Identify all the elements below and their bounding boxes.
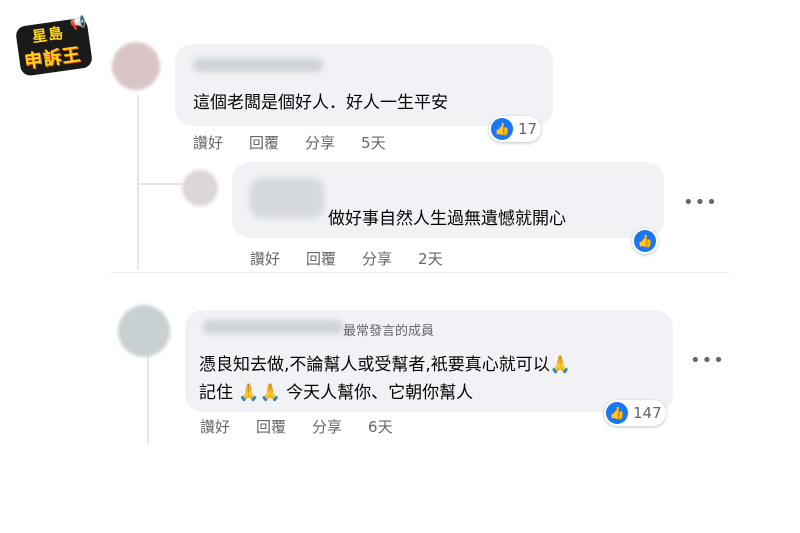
- thumbs-up-icon: 👍: [606, 402, 628, 424]
- comment-actions: 讚好 回覆 分享 6天: [200, 416, 393, 437]
- reply-button[interactable]: 回覆: [306, 250, 336, 268]
- thumbs-up-icon: 👍: [634, 230, 656, 252]
- reaction-summary[interactable]: 👍: [632, 228, 658, 254]
- comment-bubble: 最常發言的成員 憑良知去做,不論幫人或受幫者,衹要真心就可以🙏 記住 🙏🙏 今天…: [185, 310, 673, 412]
- reply-button[interactable]: 回覆: [249, 134, 279, 152]
- avatar[interactable]: [118, 305, 170, 357]
- timestamp[interactable]: 5天: [361, 134, 386, 152]
- share-button[interactable]: 分享: [305, 134, 335, 152]
- share-button[interactable]: 分享: [362, 250, 392, 268]
- comment-actions: 讚好 回覆 分享 2天: [250, 248, 443, 269]
- brand-logo: 星島 申訴王 📢: [14, 14, 94, 77]
- author-name[interactable]: [203, 320, 343, 334]
- like-button[interactable]: 讚好: [250, 250, 280, 268]
- comment-text: 這個老闆是個好人．好人一生平安: [193, 93, 448, 113]
- reaction-count: 17: [518, 120, 538, 138]
- thread-line: [147, 348, 149, 443]
- member-badge[interactable]: 最常發言的成員: [343, 320, 434, 339]
- more-options-icon[interactable]: •••: [690, 350, 725, 371]
- divider: [110, 272, 730, 273]
- reaction-summary[interactable]: 👍 147: [604, 400, 666, 426]
- comment-actions: 讚好 回覆 分享 5天: [193, 132, 386, 153]
- author-name[interactable]: [193, 58, 323, 72]
- megaphone-icon: 📢: [69, 14, 88, 33]
- comment-text-line2: 記住 🙏🙏 今天人幫你、它朝你幫人: [199, 383, 474, 403]
- timestamp[interactable]: 2天: [418, 250, 443, 268]
- comment-text-line1: 憑良知去做,不論幫人或受幫者,衹要真心就可以🙏: [199, 355, 571, 375]
- comment-bubble: 做好事自然人生過無遺憾就開心: [232, 162, 664, 238]
- like-button[interactable]: 讚好: [200, 418, 230, 436]
- more-options-icon[interactable]: •••: [683, 192, 718, 213]
- reaction-count: 147: [633, 404, 662, 422]
- comment-text: 做好事自然人生過無遺憾就開心: [328, 209, 566, 229]
- avatar[interactable]: [112, 42, 160, 90]
- share-button[interactable]: 分享: [312, 418, 342, 436]
- thread-connector: [137, 183, 182, 185]
- like-button[interactable]: 讚好: [193, 134, 223, 152]
- comment-bubble: 這個老闆是個好人．好人一生平安: [175, 44, 553, 126]
- reply-button[interactable]: 回覆: [256, 418, 286, 436]
- timestamp[interactable]: 6天: [368, 418, 393, 436]
- thumbs-up-icon: 👍: [491, 118, 513, 140]
- avatar[interactable]: [182, 170, 218, 206]
- author-name[interactable]: [250, 178, 324, 218]
- reaction-summary[interactable]: 👍 17: [489, 116, 542, 142]
